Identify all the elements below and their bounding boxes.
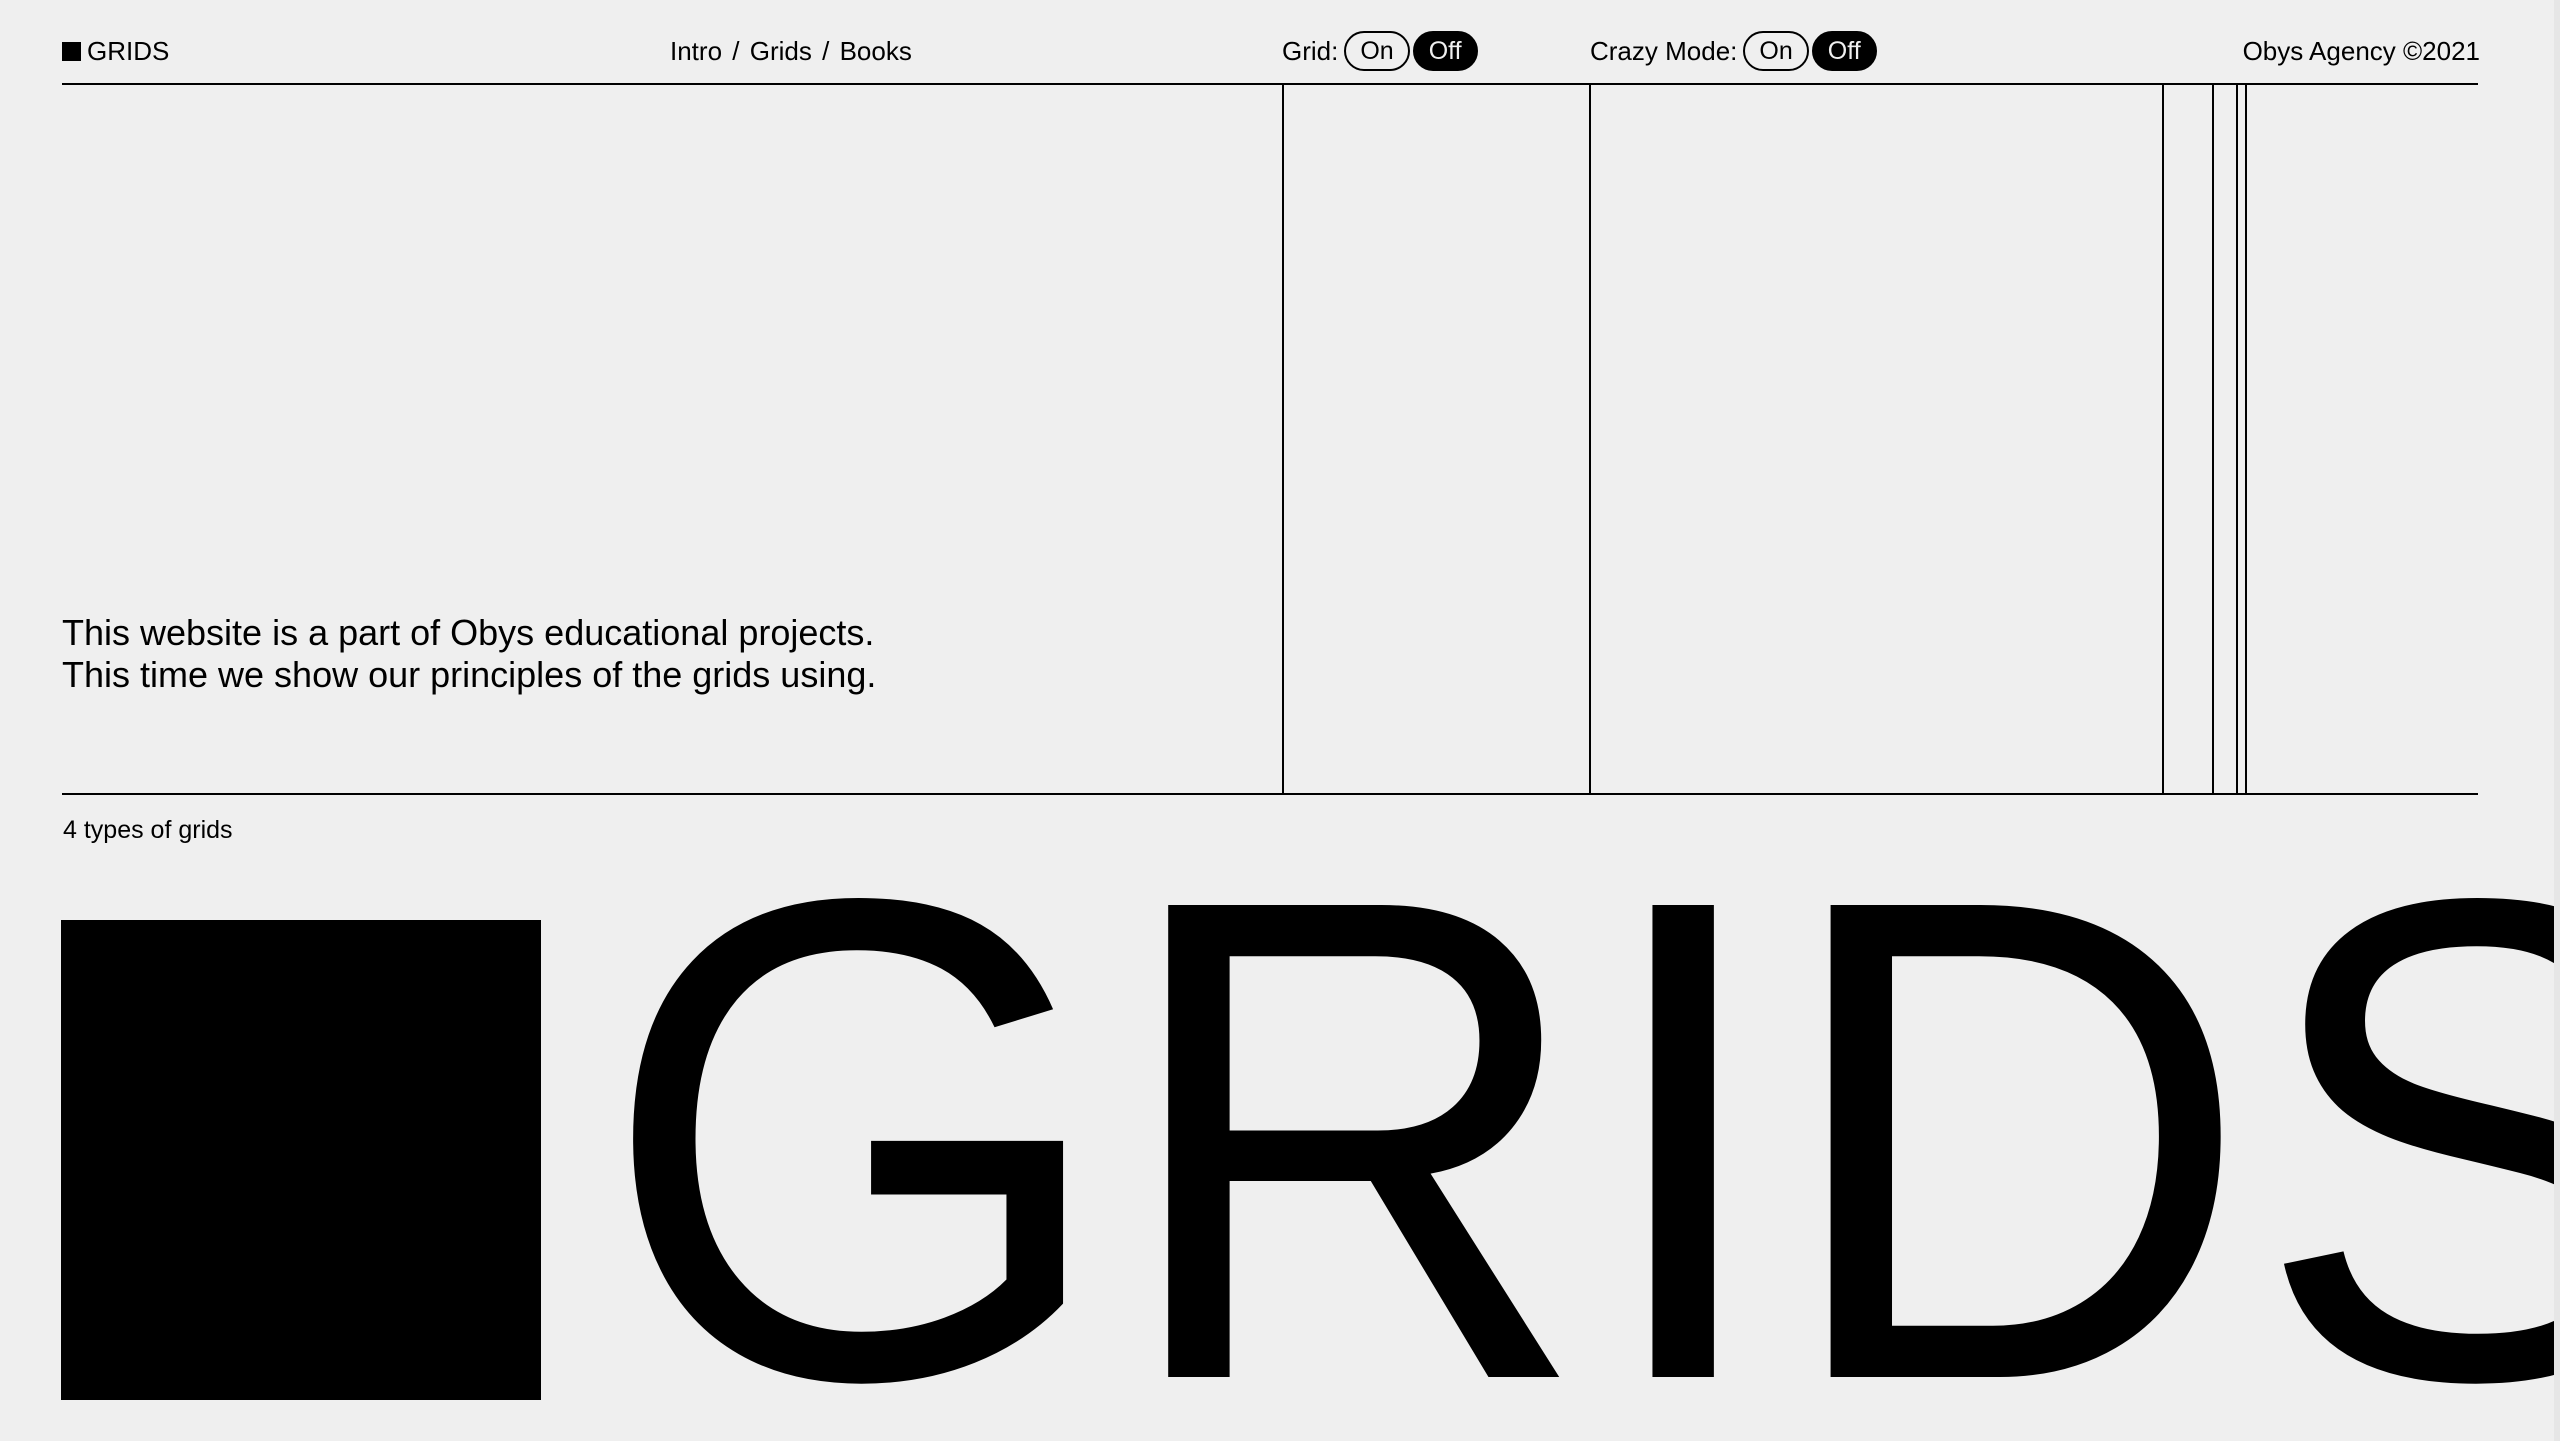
- black-square-block: [61, 920, 541, 1400]
- intro-line: This website is a part of Obys education…: [62, 612, 875, 653]
- grid-column-line: [2236, 84, 2238, 795]
- breadcrumb-separator: /: [822, 36, 830, 66]
- brand-logo[interactable]: GRIDS: [62, 26, 169, 76]
- hero-title: GRIDS: [600, 757, 2560, 1441]
- crazy-mode-on-button[interactable]: On: [1743, 31, 1809, 71]
- grid-on-button[interactable]: On: [1344, 31, 1410, 71]
- grid-column-line: [2245, 84, 2247, 795]
- breadcrumb-books[interactable]: Books: [840, 36, 912, 66]
- grid-column-line: [2212, 84, 2214, 795]
- breadcrumb-grids[interactable]: Grids: [750, 36, 812, 66]
- breadcrumb-separator: /: [732, 36, 740, 66]
- square-icon: [62, 41, 81, 61]
- breadcrumb-intro[interactable]: Intro: [670, 36, 722, 66]
- crazy-mode-toggle: Crazy Mode: On Off: [1590, 26, 1880, 76]
- grid-toggle: Grid: On Off: [1282, 26, 1481, 76]
- grid-column-line: [1282, 84, 1284, 795]
- top-bar: GRIDS Intro / Grids / Books Grid: On Off…: [62, 26, 2480, 76]
- crazy-mode-label: Crazy Mode:: [1590, 36, 1738, 66]
- brand-name: GRIDS: [87, 36, 170, 66]
- scrollbar[interactable]: [2554, 0, 2560, 1441]
- intro-text: This website is a part of Obys education…: [62, 612, 876, 696]
- grid-off-button[interactable]: Off: [1412, 31, 1478, 71]
- page: GRIDS Intro / Grids / Books Grid: On Off…: [0, 0, 2560, 1441]
- grid-column-line: [2162, 84, 2164, 795]
- crazy-mode-off-button[interactable]: Off: [1811, 31, 1877, 71]
- copyright: Obys Agency ©2021: [2242, 36, 2480, 66]
- intro-line: This time we show our principles of the …: [62, 654, 877, 695]
- grid-column-line: [1589, 84, 1591, 795]
- section-caption: 4 types of grids: [63, 816, 233, 844]
- header-divider: [62, 83, 2478, 85]
- breadcrumb: Intro / Grids / Books: [670, 26, 912, 76]
- grid-toggle-label: Grid:: [1282, 36, 1339, 66]
